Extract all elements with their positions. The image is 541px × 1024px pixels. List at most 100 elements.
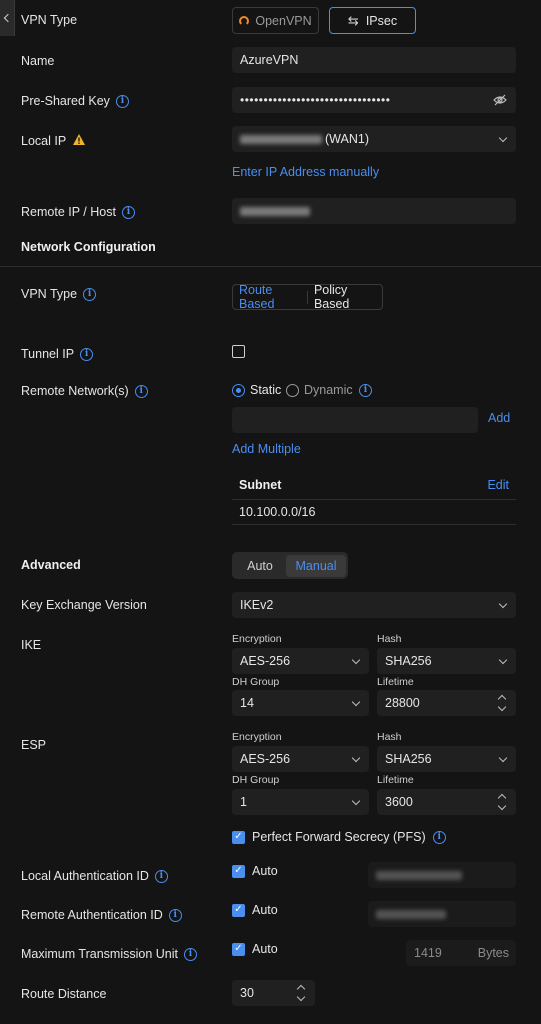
section-divider <box>0 266 541 267</box>
openvpn-icon <box>239 15 250 26</box>
checkbox-checked-icon: ✓ <box>232 830 245 844</box>
info-icon[interactable]: i <box>432 830 446 844</box>
remote-auth-auto-checkbox[interactable]: ✓ Auto <box>232 903 278 917</box>
local-auth-label: Local Authentication ID i <box>21 869 168 883</box>
add-network-button[interactable]: Add <box>488 411 510 425</box>
info-icon[interactable]: i <box>80 347 94 361</box>
info-icon[interactable]: i <box>359 384 372 397</box>
advanced-label: Advanced <box>21 558 81 572</box>
auto-option[interactable]: Auto <box>234 559 286 573</box>
name-label: Name <box>21 54 55 68</box>
mtu-input[interactable]: 1419 Bytes <box>406 940 516 966</box>
ike-label: IKE <box>21 638 42 652</box>
radio-unchecked-icon <box>286 383 299 397</box>
info-icon[interactable]: i <box>134 384 148 398</box>
openvpn-option-button[interactable]: OpenVPN <box>232 7 319 34</box>
checkbox-checked-icon: ✓ <box>232 903 245 917</box>
remote-auth-input[interactable] <box>368 901 516 927</box>
esp-dh-select[interactable]: 1 <box>232 789 369 815</box>
ike-encryption-label: Encryption <box>232 633 282 645</box>
remote-network-input[interactable] <box>232 407 478 433</box>
esp-encryption-select[interactable]: AES-256 <box>232 746 369 772</box>
warning-icon <box>72 133 86 149</box>
radio-checked-icon <box>232 383 245 397</box>
remote-networks-label: Remote Network(s) i <box>21 384 148 398</box>
subnet-table: Subnet Edit 10.100.0.0/16 <box>232 470 516 525</box>
esp-hash-label: Hash <box>377 731 402 743</box>
dynamic-radio[interactable]: Dynamic <box>286 383 353 397</box>
enter-ip-manually-link[interactable]: Enter IP Address manually <box>232 165 379 179</box>
route-distance-label: Route Distance <box>21 987 107 1001</box>
info-icon[interactable]: i <box>168 908 182 922</box>
remote-ip-label: Remote IP / Host i <box>21 205 135 219</box>
chevron-down-icon <box>498 753 508 763</box>
info-icon[interactable]: i <box>115 94 129 108</box>
chevron-down-icon <box>351 796 361 806</box>
back-button[interactable] <box>0 0 15 36</box>
ike-encryption-select[interactable]: AES-256 <box>232 648 369 674</box>
subnet-column-header: Subnet <box>239 478 282 492</box>
stepper-icon[interactable] <box>498 793 506 811</box>
esp-dh-label: DH Group <box>232 774 280 786</box>
ike-lifetime-label: Lifetime <box>377 676 414 688</box>
info-icon[interactable]: i <box>183 947 197 961</box>
info-icon[interactable]: i <box>121 205 135 219</box>
manual-option[interactable]: Manual <box>286 554 346 577</box>
chevron-down-icon <box>498 133 508 143</box>
ike-dh-select[interactable]: 14 <box>232 690 369 716</box>
psk-input[interactable]: •••••••••••••••••••••••••••••••• <box>232 87 516 113</box>
add-multiple-link[interactable]: Add Multiple <box>232 442 301 456</box>
table-divider <box>232 524 516 525</box>
policy-based-option[interactable]: Policy Based <box>308 283 382 311</box>
checkbox-checked-icon: ✓ <box>232 864 245 878</box>
ike-hash-select[interactable]: SHA256 <box>377 648 516 674</box>
chevron-down-icon <box>498 655 508 665</box>
vpn-type-label: VPN Type <box>21 13 78 27</box>
local-auth-input[interactable] <box>368 862 516 888</box>
ike-lifetime-input[interactable]: 28800 <box>377 690 516 716</box>
ike-hash-label: Hash <box>377 633 402 645</box>
remote-ip-input[interactable] <box>232 198 516 224</box>
esp-lifetime-input[interactable]: 3600 <box>377 789 516 815</box>
chevron-down-icon <box>351 655 361 665</box>
local-ip-select[interactable]: (WAN1) <box>232 126 516 152</box>
ike-dh-label: DH Group <box>232 676 280 688</box>
network-config-title: Network Configuration <box>21 240 156 254</box>
key-exchange-select[interactable]: IKEv2 <box>232 592 516 618</box>
route-distance-input[interactable]: 30 <box>232 980 315 1006</box>
redacted-ip <box>376 909 446 919</box>
tunnel-ip-label: Tunnel IP i <box>21 347 94 361</box>
psk-label: Pre-Shared Key i <box>21 94 129 108</box>
table-divider <box>232 499 516 500</box>
stepper-icon[interactable] <box>297 984 305 1002</box>
esp-lifetime-label: Lifetime <box>377 774 414 786</box>
eye-off-icon[interactable] <box>493 93 507 107</box>
redacted-ip <box>240 206 310 216</box>
vpn-mode-toggle: Route Based Policy Based <box>232 283 383 311</box>
table-row: 10.100.0.0/16 <box>239 505 316 519</box>
stepper-icon[interactable] <box>498 694 506 712</box>
static-radio[interactable]: Static <box>232 383 281 397</box>
vpn-mode-label: VPN Type i <box>21 287 97 301</box>
local-auth-auto-checkbox[interactable]: ✓ Auto <box>232 864 278 878</box>
mtu-label: Maximum Transmission Unit i <box>21 947 197 961</box>
redacted-ip <box>240 134 322 144</box>
route-based-option[interactable]: Route Based <box>233 283 307 311</box>
esp-encryption-label: Encryption <box>232 731 282 743</box>
chevron-down-icon <box>351 753 361 763</box>
ipsec-option-button[interactable]: ⇆ IPsec <box>329 7 416 34</box>
info-icon[interactable]: i <box>83 287 97 301</box>
esp-hash-select[interactable]: SHA256 <box>377 746 516 772</box>
chevron-down-icon <box>351 697 361 707</box>
name-input[interactable]: AzureVPN <box>232 47 516 73</box>
esp-label: ESP <box>21 738 47 752</box>
info-icon[interactable]: i <box>154 869 168 883</box>
local-ip-label: Local IP <box>21 133 86 149</box>
tunnel-ip-checkbox[interactable] <box>232 345 245 361</box>
pfs-checkbox[interactable]: ✓ Perfect Forward Secrecy (PFS) i <box>232 830 446 844</box>
advanced-mode-toggle: Auto Manual <box>232 552 348 579</box>
mtu-auto-checkbox[interactable]: ✓ Auto <box>232 942 278 956</box>
checkbox-checked-icon: ✓ <box>232 942 245 956</box>
edit-subnets-button[interactable]: Edit <box>487 478 509 492</box>
chevron-down-icon <box>498 599 508 609</box>
